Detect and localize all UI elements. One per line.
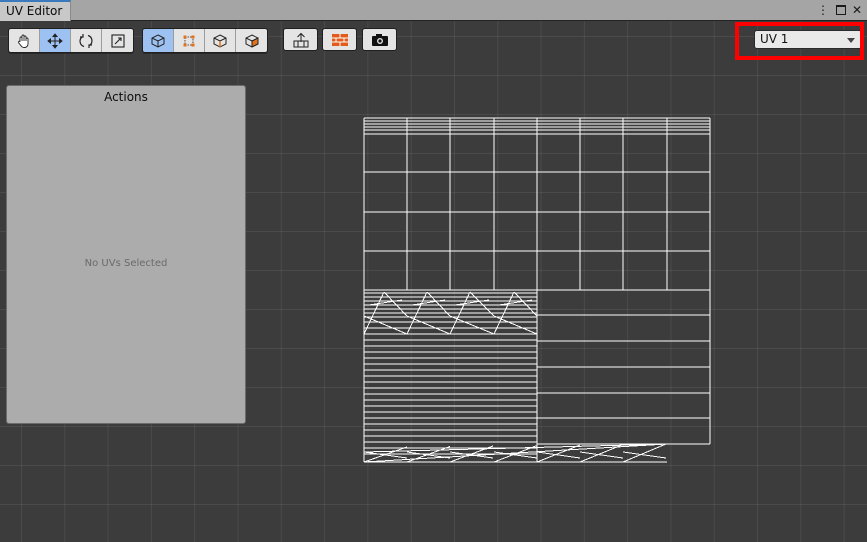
- close-icon: ✕: [851, 2, 863, 17]
- close-button[interactable]: ✕: [850, 2, 864, 17]
- uv-channel-highlight: [735, 22, 864, 60]
- actions-panel: Actions No UVs Selected: [6, 85, 246, 424]
- cube-face-icon: [245, 33, 258, 48]
- uv-edge: [513, 291, 538, 317]
- actions-panel-title: Actions: [104, 90, 148, 104]
- transform-tool-group: [8, 28, 134, 53]
- uv-edge: [469, 291, 495, 317]
- kebab-menu-icon: ⋮: [817, 2, 829, 17]
- move-arrows-icon: [47, 32, 63, 49]
- rotate-tool-button[interactable]: [71, 29, 102, 52]
- window-menu-button[interactable]: ⋮: [816, 2, 830, 17]
- window-title-bar: UV Editor ⋮ ✕: [0, 0, 867, 21]
- camera-icon: [371, 33, 388, 46]
- export-uv-button[interactable]: [283, 28, 318, 51]
- hand-tool-button[interactable]: [9, 29, 40, 52]
- rotate-icon: [79, 33, 93, 48]
- tab-title: UV Editor: [6, 4, 63, 18]
- uv-edge: [493, 315, 538, 335]
- object-mode-button[interactable]: [143, 29, 174, 52]
- cube-outline-icon: [151, 33, 165, 48]
- brick-grid-icon: [331, 33, 348, 46]
- uv-edge: [363, 315, 408, 335]
- uv-edge: [406, 315, 451, 335]
- edge-mode-button[interactable]: [205, 29, 236, 52]
- uv-edge: [363, 451, 408, 459]
- maximize-button[interactable]: [834, 2, 848, 17]
- scale-tool-button[interactable]: [102, 29, 133, 52]
- tab-uv-editor[interactable]: UV Editor: [0, 0, 72, 21]
- uv-edge: [426, 291, 451, 317]
- maximize-icon: [836, 4, 846, 15]
- uv-edge: [449, 315, 495, 335]
- selection-mode-group: [142, 28, 268, 53]
- uv-edge: [383, 291, 408, 317]
- vertex-mode-button[interactable]: [174, 29, 205, 52]
- face-mode-button[interactable]: [236, 29, 267, 52]
- no-selection-message: No UVs Selected: [84, 258, 168, 269]
- vertex-square-icon: [183, 35, 195, 46]
- screenshot-button[interactable]: [362, 28, 397, 51]
- scale-icon: [110, 33, 125, 48]
- uv-edge: [363, 443, 668, 463]
- hand-icon: [18, 34, 29, 48]
- atlas-button[interactable]: [322, 28, 357, 51]
- uv-edge: [536, 451, 581, 459]
- move-tool-button[interactable]: [40, 29, 71, 52]
- cube-edge-icon: [213, 33, 227, 48]
- export-arrow-icon: [293, 32, 308, 47]
- uv-edge: [406, 451, 451, 459]
